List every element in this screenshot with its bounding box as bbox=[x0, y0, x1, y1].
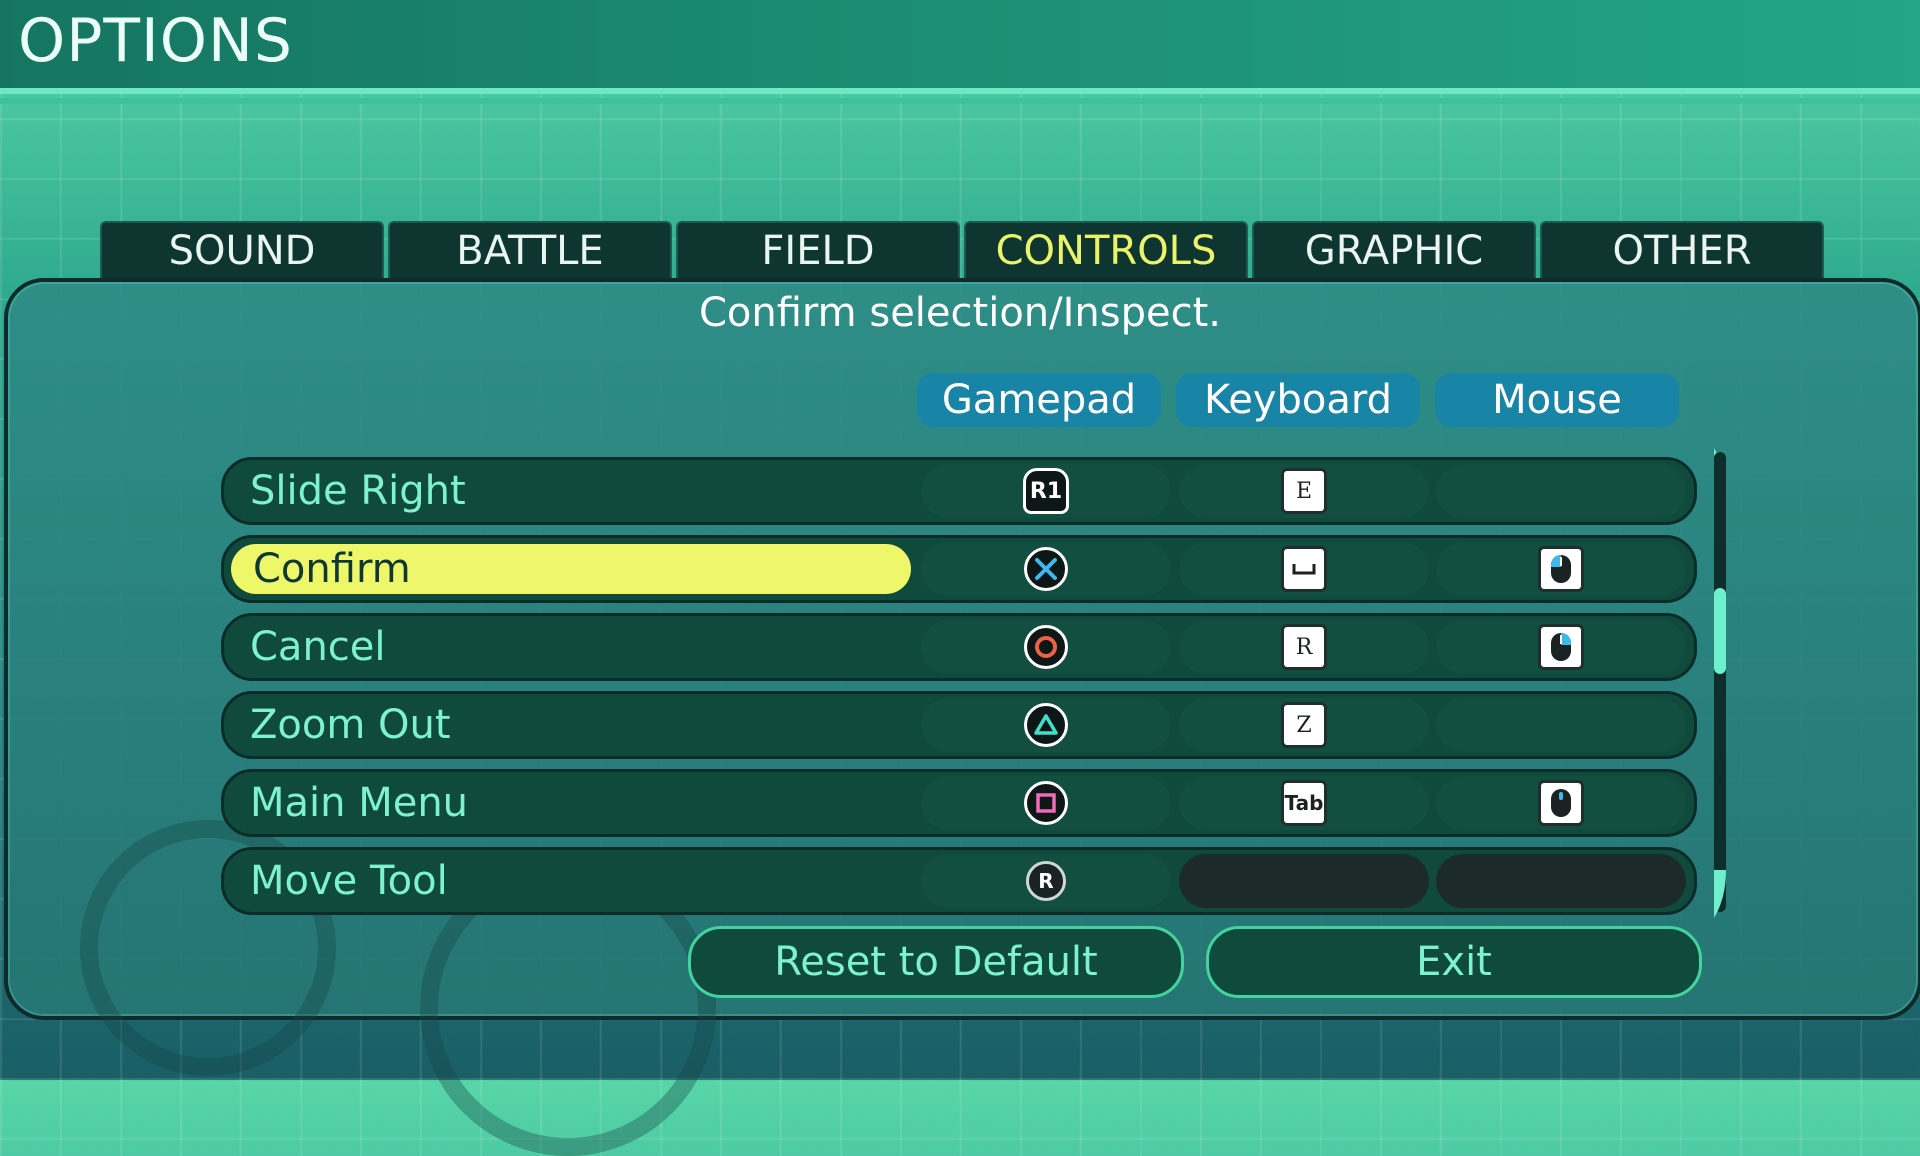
tab-graphic[interactable]: GRAPHIC bbox=[1252, 221, 1536, 279]
tab-other[interactable]: OTHER bbox=[1540, 221, 1824, 279]
key-icon: Z bbox=[1281, 702, 1327, 748]
gamepad-binding-cell[interactable]: R1 bbox=[921, 464, 1171, 518]
keyboard-binding-cell[interactable]: R bbox=[1179, 620, 1429, 674]
tab-sound[interactable]: SOUND bbox=[100, 221, 384, 279]
gamepad-binding-cell[interactable] bbox=[921, 620, 1171, 674]
mouse-binding-cell[interactable] bbox=[1436, 542, 1686, 596]
binding-row-confirm[interactable]: Confirm bbox=[221, 535, 1697, 603]
mouse-middle-click-icon bbox=[1538, 780, 1584, 826]
gamepad-binding-cell[interactable] bbox=[921, 542, 1171, 596]
scrollbar-thumb[interactable] bbox=[1714, 588, 1726, 674]
triangle-icon bbox=[1024, 703, 1068, 747]
binding-row-main-menu[interactable]: Main Menu Tab bbox=[221, 769, 1697, 837]
page-title: OPTIONS bbox=[18, 6, 293, 76]
keyboard-binding-cell[interactable] bbox=[1179, 542, 1429, 596]
mouse-right-click-icon bbox=[1538, 624, 1584, 670]
exit-button[interactable]: Exit bbox=[1206, 926, 1702, 998]
column-header-gamepad: Gamepad bbox=[917, 373, 1161, 427]
binding-row-move-tool[interactable]: Move Tool R bbox=[221, 847, 1697, 915]
mouse-binding-cell[interactable] bbox=[1436, 698, 1686, 752]
mouse-binding-cell bbox=[1436, 854, 1686, 908]
reset-to-default-button[interactable]: Reset to Default bbox=[688, 926, 1184, 998]
square-icon bbox=[1024, 781, 1068, 825]
tab-battle[interactable]: BATTLE bbox=[388, 221, 672, 279]
keyboard-binding-cell[interactable]: Tab bbox=[1179, 776, 1429, 830]
control-description: Confirm selection/Inspect. bbox=[698, 290, 1221, 336]
keyboard-binding-cell bbox=[1179, 854, 1429, 908]
space-key-icon bbox=[1281, 546, 1327, 592]
mouse-binding-cell[interactable] bbox=[1436, 776, 1686, 830]
binding-label: Zoom Out bbox=[250, 702, 451, 748]
binding-label: Main Menu bbox=[250, 780, 469, 826]
gamepad-binding-cell[interactable] bbox=[921, 776, 1171, 830]
mouse-left-click-icon bbox=[1538, 546, 1584, 592]
scrollbar-track[interactable] bbox=[1714, 452, 1726, 912]
column-header-mouse: Mouse bbox=[1435, 373, 1679, 427]
keyboard-binding-cell[interactable]: E bbox=[1179, 464, 1429, 518]
binding-row-cancel[interactable]: Cancel R bbox=[221, 613, 1697, 681]
mouse-binding-cell[interactable] bbox=[1436, 464, 1686, 518]
cross-icon bbox=[1024, 547, 1068, 591]
binding-label: Cancel bbox=[250, 624, 386, 670]
gamepad-binding-cell[interactable]: R bbox=[921, 854, 1171, 908]
right-stick-icon: R bbox=[1026, 861, 1066, 901]
binding-row-zoom-out[interactable]: Zoom Out Z bbox=[221, 691, 1697, 759]
mouse-binding-cell[interactable] bbox=[1436, 620, 1686, 674]
binding-label: Slide Right bbox=[250, 468, 466, 514]
title-bar: OPTIONS bbox=[0, 0, 1920, 104]
key-icon: R bbox=[1281, 624, 1327, 670]
tab-field[interactable]: FIELD bbox=[676, 221, 960, 279]
options-tabs: SOUND BATTLE FIELD CONTROLS GRAPHIC OTHE… bbox=[100, 221, 1824, 279]
keyboard-binding-cell[interactable]: Z bbox=[1179, 698, 1429, 752]
tab-key-icon: Tab bbox=[1281, 780, 1327, 826]
key-icon: E bbox=[1281, 468, 1327, 514]
r1-button-icon: R1 bbox=[1023, 468, 1069, 514]
binding-label: Confirm bbox=[231, 544, 911, 594]
column-header-keyboard: Keyboard bbox=[1176, 373, 1420, 427]
binding-row-slide-right[interactable]: Slide Right R1 E bbox=[221, 457, 1697, 525]
tab-controls[interactable]: CONTROLS bbox=[964, 221, 1248, 279]
binding-label: Move Tool bbox=[250, 858, 448, 904]
circle-icon bbox=[1024, 625, 1068, 669]
gamepad-binding-cell[interactable] bbox=[921, 698, 1171, 752]
scroll-down-arrow-icon[interactable] bbox=[1712, 870, 1728, 918]
